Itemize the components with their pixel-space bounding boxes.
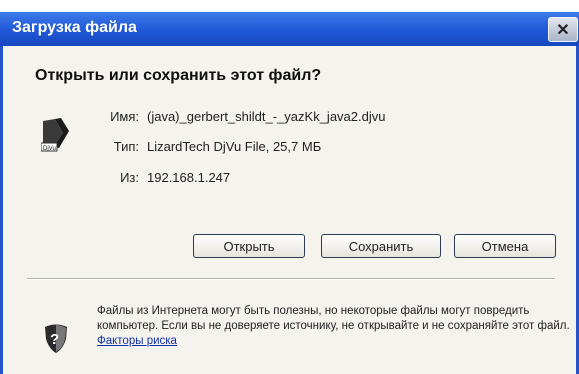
file-source-value: 192.168.1.247 bbox=[147, 170, 231, 185]
save-button[interactable]: Сохранить bbox=[321, 234, 441, 258]
file-type-label: Тип: bbox=[113, 139, 139, 154]
djvu-file-icon: DjVu bbox=[41, 118, 69, 152]
close-icon: ✕ bbox=[556, 21, 570, 39]
security-warning: Файлы из Интернета могут быть полезны, н… bbox=[97, 304, 573, 349]
shield-warning-icon: ? bbox=[45, 324, 67, 353]
file-type-value: LizardTech DjVu File, 25,7 МБ bbox=[147, 139, 322, 154]
separator bbox=[27, 278, 555, 280]
file-source-row: Из: 192.168.1.247 bbox=[95, 170, 565, 188]
title-bar[interactable]: Загрузка файла ✕ bbox=[0, 12, 579, 46]
file-name-label: Имя: bbox=[110, 109, 139, 124]
dialog-question: Открыть или сохранить этот файл? bbox=[35, 67, 322, 84]
warning-text: Файлы из Интернета могут быть полезны, н… bbox=[97, 305, 570, 332]
svg-text:DjVu: DjVu bbox=[43, 146, 56, 152]
file-name-row: Имя: (java)_gerbert_shildt_-_yazKk_java2… bbox=[95, 109, 565, 127]
cancel-button[interactable]: Отмена bbox=[454, 234, 556, 258]
page-background bbox=[0, 0, 579, 12]
open-button[interactable]: Открыть bbox=[193, 234, 305, 258]
risk-factors-link[interactable]: Факторы риска bbox=[97, 335, 177, 347]
file-download-dialog: Загрузка файла ✕ Открыть или сохранить э… bbox=[0, 12, 579, 374]
dialog-title: Загрузка файла bbox=[12, 19, 137, 36]
file-name-value: (java)_gerbert_shildt_-_yazKk_java2.djvu bbox=[147, 109, 386, 124]
file-type-row: Тип: LizardTech DjVu File, 25,7 МБ bbox=[95, 139, 565, 157]
file-source-label: Из: bbox=[120, 170, 139, 185]
close-button[interactable]: ✕ bbox=[548, 17, 578, 42]
svg-text:?: ? bbox=[50, 331, 59, 348]
